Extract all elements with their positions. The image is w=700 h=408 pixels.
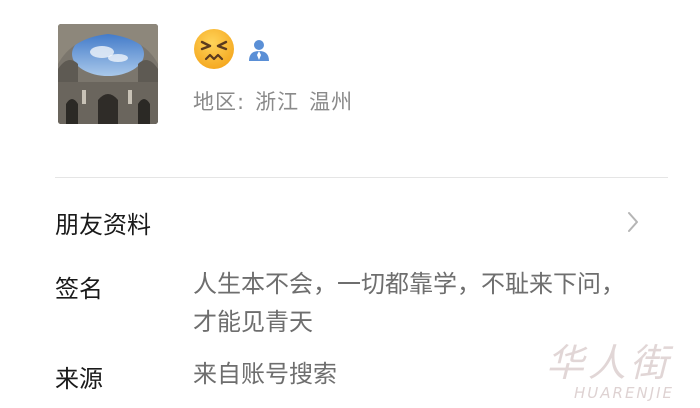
nickname-emoji bbox=[193, 28, 235, 70]
avatar[interactable] bbox=[58, 24, 158, 124]
watermark-en: HUARENJIE bbox=[574, 384, 674, 402]
region-info: 地区: 浙江 温州 bbox=[193, 86, 353, 116]
source-label: 来源 bbox=[55, 365, 103, 393]
signature-label: 签名 bbox=[55, 275, 103, 303]
friend-info-label: 朋友资料 bbox=[55, 211, 151, 239]
chevron-right-icon bbox=[628, 212, 638, 232]
divider bbox=[55, 177, 668, 178]
friend-info-row[interactable]: 朋友资料 bbox=[55, 205, 655, 241]
region-label: 地区: bbox=[193, 90, 246, 114]
watermark-cn: 华人街 bbox=[546, 341, 673, 385]
region-city: 温州 bbox=[309, 90, 354, 114]
signature-value: 人生本不会，一切都靠学，不耻来下问，才能见青天 bbox=[193, 270, 625, 336]
region-province: 浙江 bbox=[255, 90, 300, 114]
watermark-logo: 华人街 HUARENJIE bbox=[530, 332, 700, 408]
person-icon bbox=[247, 38, 271, 62]
